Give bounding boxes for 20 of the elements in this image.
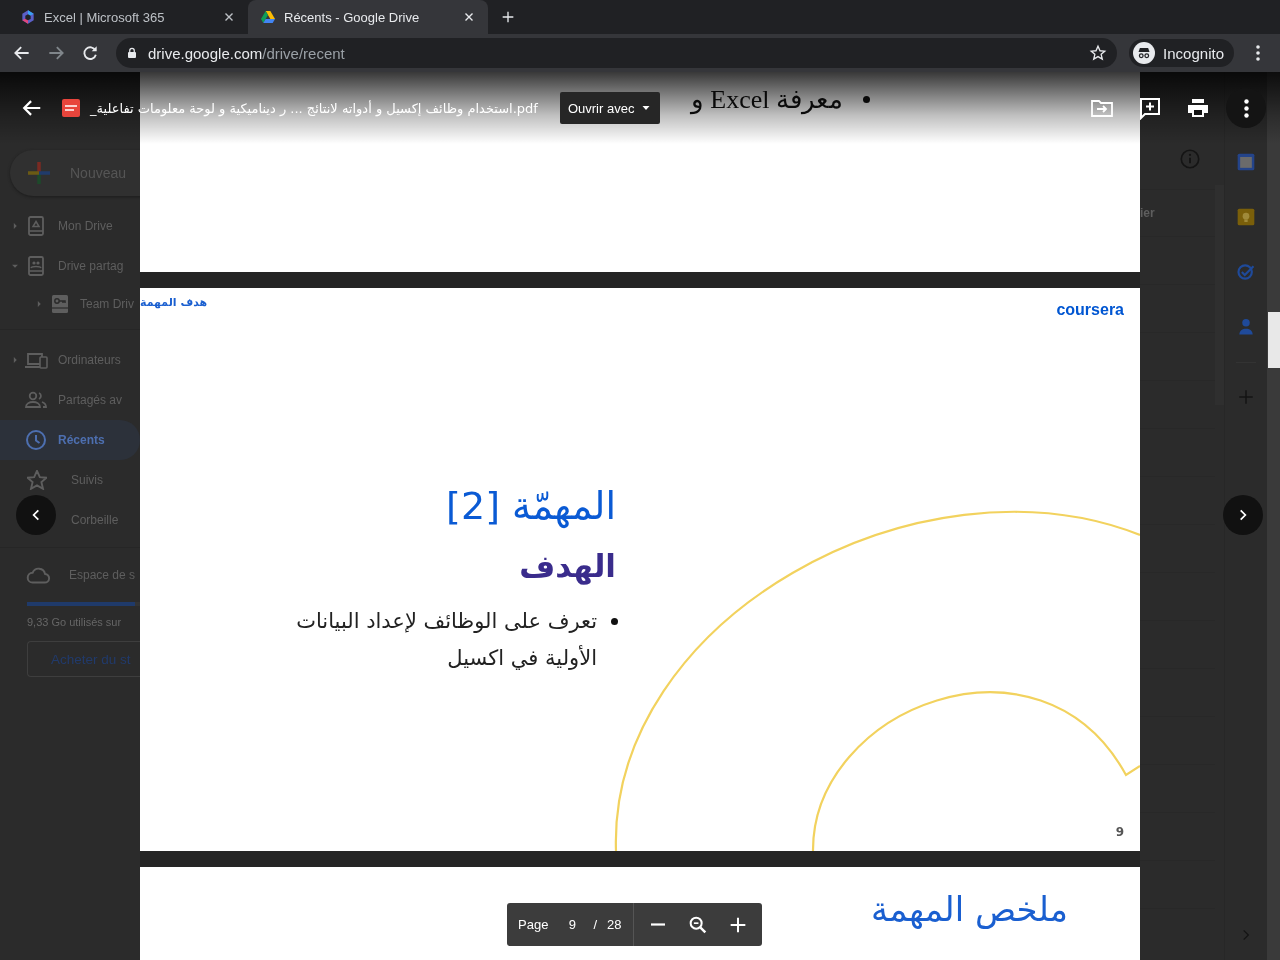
page-number-field[interactable]: 9	[561, 917, 584, 932]
page-separator: /	[593, 917, 597, 932]
open-with-button[interactable]: Ouvrir avec	[559, 92, 661, 124]
storage-usage: 9,33 Go utilisés sur	[27, 616, 123, 628]
profile-button[interactable]: Incognito	[1129, 39, 1234, 67]
slide-title: المهمّة [2]	[445, 483, 616, 530]
browser-tab[interactable]: Récents - Google Drive	[248, 0, 488, 34]
address-bar[interactable]: drive.google.com/drive/recent	[116, 38, 1118, 68]
page-number: 9	[1115, 825, 1124, 839]
bullet-text: تعرف على الوظائف لإعداد البيانات الأولية في اكسيل	[295, 608, 597, 672]
slide-subtitle: الهدف	[518, 547, 616, 587]
slide-kicker: هدف المهمة	[140, 296, 208, 309]
browser-tab[interactable]: Excel | Microsoft 365	[8, 0, 248, 34]
logo-text: coursera	[1056, 301, 1124, 319]
page-total: 28	[607, 917, 622, 932]
url-text: drive.google.com/drive/recent	[148, 44, 346, 62]
page-label: Page	[518, 917, 549, 932]
slide-title: ملخص المهمة	[871, 889, 1068, 931]
nav-item[interactable]: Récents	[0, 420, 140, 460]
bullet-text: معرفة Excel و	[690, 84, 843, 115]
